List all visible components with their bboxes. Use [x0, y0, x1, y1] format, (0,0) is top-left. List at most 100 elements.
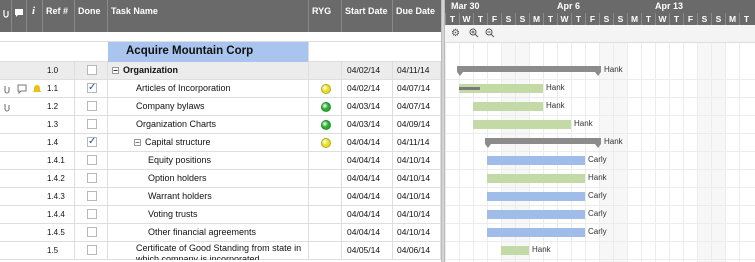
- task-bar[interactable]: [501, 246, 529, 255]
- task-bar[interactable]: [487, 228, 585, 237]
- collapse-toggle[interactable]: −: [134, 139, 141, 147]
- table-row[interactable]: 1.5 Certificate of Good Standing from sta…: [0, 242, 441, 260]
- done-checkbox[interactable]: [87, 227, 97, 237]
- task-name-cell[interactable]: Company bylaws: [108, 98, 309, 116]
- table-row[interactable]: 1.4.2 Option holders 04/04/14 04/10/14: [0, 170, 441, 188]
- task-bar[interactable]: [487, 210, 585, 219]
- table-row[interactable]: 1.2 Company bylaws 04/03/14 04/07/14: [0, 98, 441, 116]
- ref-cell[interactable]: 1.4.1: [43, 152, 75, 170]
- info-column-header[interactable]: i: [27, 0, 43, 32]
- start-date-cell[interactable]: 04/04/14: [342, 206, 393, 224]
- summary-bar[interactable]: [485, 138, 601, 148]
- due-date-cell[interactable]: 04/11/14: [393, 134, 441, 152]
- done-checkbox[interactable]: [87, 209, 97, 219]
- start-date-cell[interactable]: 04/03/14: [342, 116, 393, 134]
- project-title[interactable]: Acquire Mountain Corp: [108, 42, 309, 62]
- alert-icon[interactable]: [32, 84, 42, 94]
- ryg-cell[interactable]: [309, 134, 342, 152]
- ryg-cell[interactable]: [309, 116, 342, 134]
- due-date-cell[interactable]: 04/11/14: [393, 62, 441, 80]
- ref-cell[interactable]: 1.4: [43, 134, 75, 152]
- task-name-cell[interactable]: Voting trusts: [108, 206, 309, 224]
- done-checkbox[interactable]: [87, 245, 97, 255]
- ryg-cell[interactable]: [309, 206, 342, 224]
- ref-cell[interactable]: 1.4.2: [43, 170, 75, 188]
- task-bar[interactable]: [487, 174, 585, 183]
- start-date-cell[interactable]: 04/02/14: [342, 80, 393, 98]
- start-date-cell[interactable]: 04/05/14: [342, 242, 393, 260]
- start-date-cell[interactable]: 04/04/14: [342, 224, 393, 242]
- due-date-cell[interactable]: 04/10/14: [393, 170, 441, 188]
- done-checkbox[interactable]: ✓: [87, 83, 97, 93]
- zoom-in-icon[interactable]: [469, 28, 479, 41]
- done-checkbox[interactable]: [87, 155, 97, 165]
- table-row[interactable]: 1.4.5 Other financial agreements 04/04/14 0…: [0, 224, 441, 242]
- ref-cell[interactable]: 1.3: [43, 116, 75, 134]
- due-date-cell[interactable]: 04/10/14: [393, 152, 441, 170]
- due-date-cell[interactable]: 04/10/14: [393, 224, 441, 242]
- attachments-column-header[interactable]: [0, 0, 12, 32]
- table-row[interactable]: 1.4 ✓ − Capital structure 04/04/14 04/11/14: [0, 134, 441, 152]
- ref-cell[interactable]: 1.5: [43, 242, 75, 260]
- table-row[interactable]: 1.4.3 Warrant holders 04/04/14 04/10/14: [0, 188, 441, 206]
- ref-cell[interactable]: 1.4.3: [43, 188, 75, 206]
- ref-cell[interactable]: 1.4.5: [43, 224, 75, 242]
- task-bar[interactable]: [487, 192, 585, 201]
- ref-cell[interactable]: 1.1: [43, 80, 75, 98]
- attachment-icon[interactable]: [2, 84, 12, 94]
- start-date-cell[interactable]: 04/04/14: [342, 170, 393, 188]
- start-date-cell[interactable]: 04/03/14: [342, 98, 393, 116]
- task-bar[interactable]: [473, 120, 571, 129]
- start-date-cell[interactable]: 04/02/14: [342, 62, 393, 80]
- table-row[interactable]: 1.4.1 Equity positions 04/04/14 04/10/14: [0, 152, 441, 170]
- ryg-cell[interactable]: [309, 62, 342, 80]
- comment-icon[interactable]: [17, 84, 27, 95]
- ryg-cell[interactable]: [309, 170, 342, 188]
- due-date-cell[interactable]: 04/06/14: [393, 242, 441, 260]
- task-name-cell[interactable]: Organization Charts: [108, 116, 309, 134]
- start-date-cell[interactable]: 04/04/14: [342, 152, 393, 170]
- done-checkbox[interactable]: [87, 65, 97, 75]
- task-bar[interactable]: [473, 102, 543, 111]
- due-date-cell[interactable]: 04/07/14: [393, 80, 441, 98]
- due-date-cell[interactable]: 04/09/14: [393, 116, 441, 134]
- start-date-cell[interactable]: 04/04/14: [342, 134, 393, 152]
- table-row[interactable]: 1.3 Organization Charts 04/03/14 04/09/14: [0, 116, 441, 134]
- ref-cell[interactable]: 1.4.4: [43, 206, 75, 224]
- zoom-out-icon[interactable]: [485, 28, 495, 41]
- ryg-cell[interactable]: [309, 98, 342, 116]
- ref-column-header[interactable]: Ref #: [43, 0, 75, 32]
- done-checkbox[interactable]: [87, 119, 97, 129]
- ryg-cell[interactable]: [309, 224, 342, 242]
- table-row[interactable]: 1.4.4 Voting trusts 04/04/14 04/10/14: [0, 206, 441, 224]
- task-name-cell[interactable]: Articles of Incorporation: [108, 80, 309, 98]
- done-checkbox[interactable]: [87, 191, 97, 201]
- task-name-cell[interactable]: Equity positions: [108, 152, 309, 170]
- ref-cell[interactable]: 1.0: [43, 62, 75, 80]
- ryg-cell[interactable]: [309, 152, 342, 170]
- summary-bar[interactable]: [457, 66, 601, 76]
- ryg-cell[interactable]: [309, 242, 342, 260]
- task-name-column-header[interactable]: Task Name: [108, 0, 309, 32]
- done-checkbox[interactable]: ✓: [87, 137, 97, 147]
- table-row[interactable]: 1.0 − Organization 04/02/14 04/11/14: [0, 62, 441, 80]
- due-date-cell[interactable]: 04/07/14: [393, 98, 441, 116]
- done-checkbox[interactable]: [87, 173, 97, 183]
- task-name-cell[interactable]: − Capital structure: [108, 134, 309, 152]
- ryg-cell[interactable]: [309, 188, 342, 206]
- comments-column-header[interactable]: [12, 0, 27, 32]
- due-date-cell[interactable]: 04/10/14: [393, 206, 441, 224]
- due-date-cell[interactable]: 04/10/14: [393, 188, 441, 206]
- due-date-column-header[interactable]: Due Date: [393, 0, 441, 32]
- ryg-column-header[interactable]: RYG: [309, 0, 342, 32]
- collapse-toggle[interactable]: −: [112, 67, 119, 75]
- task-bar[interactable]: [487, 156, 585, 165]
- start-date-column-header[interactable]: Start Date: [342, 0, 393, 32]
- table-row[interactable]: 1.1 ✓ Articles of Incorporation 04/02/14 04/…: [0, 80, 441, 98]
- ryg-cell[interactable]: [309, 80, 342, 98]
- attachment-icon[interactable]: [2, 102, 12, 112]
- task-name-cell[interactable]: Warrant holders: [108, 188, 309, 206]
- start-date-cell[interactable]: 04/04/14: [342, 188, 393, 206]
- task-name-cell[interactable]: Option holders: [108, 170, 309, 188]
- task-name-cell[interactable]: − Organization: [108, 62, 309, 80]
